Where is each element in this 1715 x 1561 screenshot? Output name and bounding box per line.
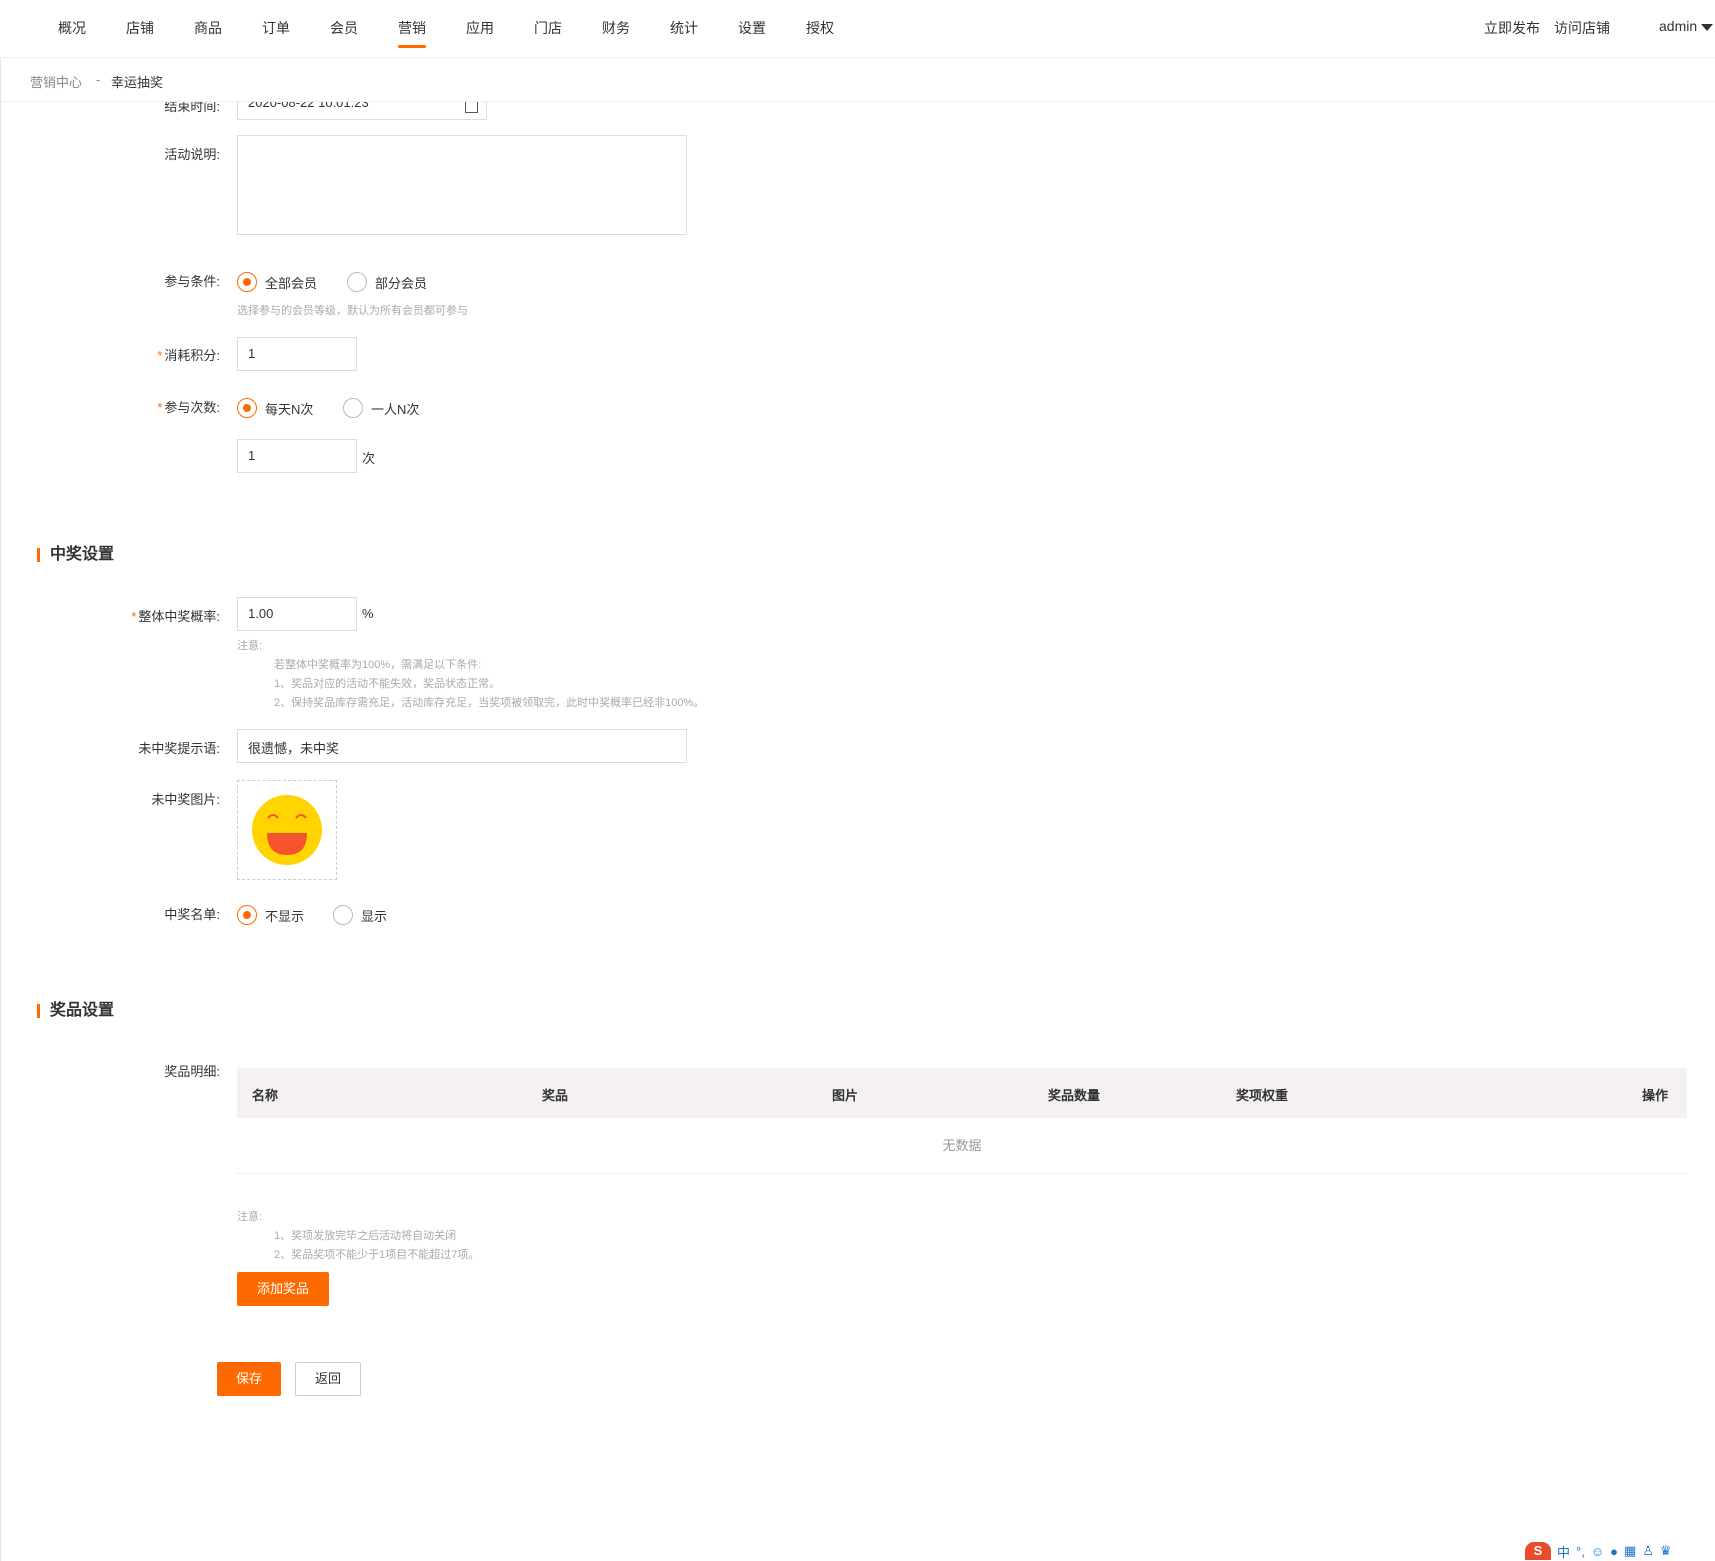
win-rate-note-line: 若整体中奖概率为100%，需满足以下条件: (274, 659, 482, 671)
condition-option-all[interactable]: 全部会员 (237, 272, 317, 292)
radio-checked-icon (237, 272, 257, 292)
description-label: 活动说明: (164, 147, 220, 162)
end-time-row: 结束时间: 2020-08-22 10:01:23 (0, 102, 1715, 122)
points-input[interactable]: 1 (237, 337, 357, 371)
table-empty-state: 无数据 (237, 1118, 1687, 1174)
back-button[interactable]: 返回 (295, 1362, 361, 1396)
radio-checked-icon (237, 905, 257, 925)
goods-note-line: 2、奖品奖项不能少于1项目不能超过7项。 (274, 1249, 480, 1261)
ime-emoji-icon[interactable]: ☺ (1591, 1544, 1604, 1559)
points-label: * 消耗积分: (157, 348, 220, 363)
times-value: 1 (248, 448, 256, 463)
miss-tip-input[interactable]: 很遗憾，未中奖 (237, 729, 687, 763)
content-divider (0, 58, 1, 1561)
condition-label: 参与条件: (164, 274, 220, 289)
chevron-down-icon (1701, 23, 1714, 31)
winner-list-option-hide[interactable]: 不显示 (237, 905, 304, 925)
nav-item-apps[interactable]: 应用 (466, 18, 494, 48)
column-header-actions: 操作 (1642, 1088, 1669, 1103)
winner-list-label: 中奖名单: (164, 907, 220, 922)
miss-image-label: 未中奖图片: (151, 792, 220, 807)
nav-item-goods[interactable]: 商品 (194, 18, 222, 48)
win-rate-note-line: 2、保持奖品库存需充足，活动库存充足，当奖项被领取完，此时中奖概率已经非100%… (274, 697, 705, 709)
times-option-daily[interactable]: 每天N次 (237, 398, 313, 418)
breadcrumb: 营销中心 - 幸运抽奖 (0, 58, 1715, 102)
top-navigation: 概况 店铺 商品 订单 会员 营销 应用 门店 财务 统计 设置 授权 立即发布… (0, 0, 1715, 58)
nav-item-members[interactable]: 会员 (330, 18, 358, 48)
radio-unchecked-icon (343, 398, 363, 418)
breadcrumb-current: 幸运抽奖 (111, 75, 164, 90)
condition-option-partial-label: 部分会员 (375, 275, 428, 291)
nav-item-stores[interactable]: 门店 (534, 18, 562, 48)
description-textarea[interactable] (237, 135, 687, 235)
user-menu[interactable]: admin (1659, 18, 1714, 34)
condition-hint: 选择参与的会员等级，默认为所有会员都可参与 (237, 305, 468, 317)
radio-unchecked-icon (333, 905, 353, 925)
condition-option-partial[interactable]: 部分会员 (347, 272, 427, 292)
times-option-person[interactable]: 一人N次 (343, 398, 419, 418)
win-rate-note-line: 1、奖品对应的活动不能失效，奖品状态正常。 (274, 678, 501, 690)
nav-item-license[interactable]: 授权 (806, 18, 834, 48)
goods-detail-label: 奖品明细: (164, 1064, 220, 1079)
nav-item-stats[interactable]: 统计 (670, 18, 698, 48)
winner-list-option-show[interactable]: 显示 (333, 905, 387, 925)
win-rate-value: 1.00 (248, 606, 274, 621)
nav-item-finance[interactable]: 财务 (602, 18, 630, 48)
miss-tip-label: 未中奖提示语: (138, 741, 220, 756)
points-value: 1 (248, 346, 256, 361)
radio-unchecked-icon (347, 272, 367, 292)
winner-list-option-show-label: 显示 (361, 908, 388, 924)
end-time-label: 结束时间: (164, 102, 220, 114)
column-header-quantity: 奖品数量 (1048, 1088, 1101, 1103)
goods-note-line: 1、奖项发放完毕之后活动将自动关闭 (274, 1230, 457, 1242)
nav-item-store[interactable]: 店铺 (126, 18, 154, 48)
nav-item-marketing[interactable]: 营销 (398, 18, 426, 48)
end-time-input[interactable]: 2020-08-22 10:01:23 (237, 102, 487, 120)
goods-settings-title: 奖品设置 (37, 1003, 114, 1019)
column-header-weight: 奖项权重 (1236, 1088, 1289, 1103)
breadcrumb-separator: - (96, 72, 101, 87)
times-input[interactable]: 1 (237, 439, 357, 473)
times-unit: 次 (362, 451, 376, 466)
nav-item-settings[interactable]: 设置 (738, 18, 766, 48)
times-option-person-label: 一人N次 (371, 401, 420, 417)
breadcrumb-parent[interactable]: 营销中心 (30, 72, 82, 91)
times-option-daily-label: 每天N次 (265, 401, 314, 417)
ime-logo-icon[interactable]: S (1525, 1542, 1551, 1560)
win-rate-input[interactable]: 1.00 (237, 597, 357, 631)
ime-user-icon[interactable]: ♙ (1642, 1543, 1654, 1559)
win-rate-note-title: 注意: (237, 640, 263, 652)
winner-list-option-hide-label: 不显示 (265, 908, 305, 924)
ime-punctuation-icon[interactable]: °, (1576, 1544, 1585, 1559)
prize-table-header: 名称 奖品 图片 奖品数量 奖项权重 操作 (237, 1068, 1687, 1118)
user-name: admin (1659, 18, 1698, 34)
calendar-icon[interactable] (465, 102, 478, 113)
prize-table: 名称 奖品 图片 奖品数量 奖项权重 操作 无数据 (237, 1068, 1687, 1175)
condition-option-all-label: 全部会员 (265, 275, 318, 291)
ime-lang-label[interactable]: 中 (1557, 1542, 1570, 1561)
column-header-name: 名称 (252, 1088, 279, 1103)
ime-microphone-icon[interactable]: ● (1610, 1544, 1618, 1559)
ime-skin-icon[interactable]: ♛ (1660, 1543, 1672, 1559)
save-button[interactable]: 保存 (217, 1362, 281, 1396)
column-header-image: 图片 (832, 1088, 859, 1103)
win-rate-label: * 整体中奖概率: (131, 609, 220, 624)
times-label: * 参与次数: (157, 400, 220, 415)
win-rate-unit: % (362, 606, 374, 621)
miss-tip-value: 很遗憾，未中奖 (248, 741, 340, 756)
add-prize-button[interactable]: 添加奖品 (237, 1272, 329, 1306)
nav-item-orders[interactable]: 订单 (262, 18, 290, 48)
column-header-prize: 奖品 (542, 1088, 569, 1103)
end-time-value: 2020-08-22 10:01:23 (248, 102, 369, 110)
ime-keyboard-icon[interactable]: ▦ (1624, 1543, 1636, 1559)
publish-link[interactable]: 立即发布 (1484, 18, 1540, 38)
ime-toolbar: S 中 °, ☺ ● ▦ ♙ ♛ (1525, 1541, 1715, 1561)
visit-store-link[interactable]: 访问店铺 (1554, 18, 1610, 38)
prize-settings-title: 中奖设置 (37, 547, 114, 563)
radio-checked-icon (237, 398, 257, 418)
goods-note-title: 注意: (237, 1211, 263, 1223)
nav-item-overview[interactable]: 概况 (58, 18, 86, 48)
miss-image-upload[interactable] (237, 780, 337, 880)
smiley-face-icon (252, 795, 322, 865)
